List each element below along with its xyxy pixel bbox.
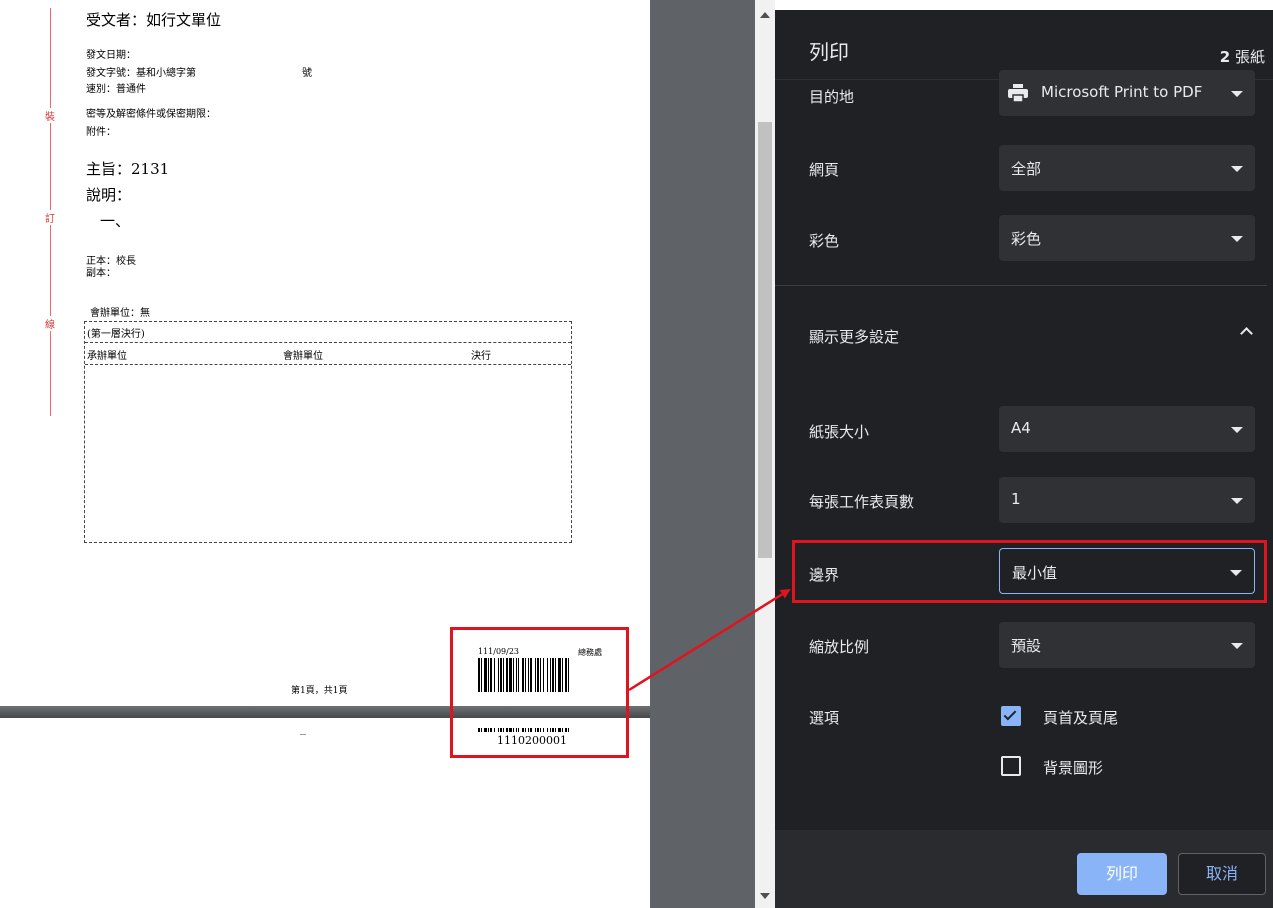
dialog-scrollbar[interactable] (1267, 80, 1273, 830)
table-header-co-unit: 會辦單位 (283, 351, 323, 362)
item-one: 一、 (100, 212, 131, 230)
recipient-line: 受文者：如行文單位 (86, 11, 222, 29)
check-icon (1003, 707, 1017, 721)
table-header-decision: 決行 (471, 351, 491, 362)
table-header-handler: 承辦單位 (87, 351, 127, 362)
background-graphics-checkbox[interactable] (1001, 756, 1021, 776)
dialog-top-strip (775, 0, 1273, 10)
pages-per-sheet-value: 1 (1011, 490, 1021, 508)
page-footer: 第1頁，共1頁 (291, 686, 348, 696)
table-divider (85, 364, 571, 365)
barcode-highlight-box (450, 627, 629, 758)
headers-footers-label[interactable]: 頁首及頁尾 (1043, 707, 1118, 728)
scroll-down-arrow-icon[interactable] (760, 893, 770, 899)
print-preview: 裝 訂 線 受文者：如行文單位 發文日期： 發文字號：基和小總字第 號 速別：普… (0, 0, 650, 908)
preview-gutter (650, 0, 755, 908)
section-divider (775, 285, 1273, 286)
scroll-thumb[interactable] (758, 122, 772, 558)
printer-icon (1008, 84, 1028, 102)
binding-char-ding: 訂 (42, 210, 58, 225)
color-select[interactable]: 彩色 (999, 215, 1255, 261)
speed-line: 速別：普通件 (86, 84, 146, 95)
preview-scrollbar[interactable] (755, 0, 775, 908)
ref-number-line: 發文字號：基和小總字第 (86, 68, 196, 79)
more-settings-toggle[interactable]: 顯示更多設定 (775, 300, 1273, 370)
sheet-count-number: 2 (1219, 48, 1231, 66)
chevron-down-icon (1231, 91, 1243, 97)
routing-table: (第一層決行) 承辦單位 會辦單位 決行 (84, 321, 572, 543)
pages-select[interactable]: 全部 (999, 145, 1255, 191)
margins-highlight-box (792, 540, 1267, 603)
print-button[interactable]: 列印 (1077, 853, 1167, 895)
destination-value: Microsoft Print to PDF (1041, 83, 1203, 101)
dialog-footer: 列印 取消 (775, 830, 1273, 908)
chevron-down-icon (1231, 498, 1243, 504)
destination-label: 目的地 (809, 88, 855, 106)
paper-size-select[interactable]: A4 (999, 406, 1255, 452)
table-title: (第一層決行) (87, 329, 145, 340)
co-unit-line: 會辦單位：無 (90, 308, 150, 319)
binding-char-xian: 線 (42, 316, 58, 331)
dialog-title: 列印 (809, 40, 849, 64)
options-label: 選項 (809, 709, 840, 727)
copy-recipient-line: 副本： (86, 268, 116, 279)
scroll-up-arrow-icon[interactable] (760, 12, 770, 18)
sheet-count: 2 張紙 (1220, 46, 1265, 67)
table-divider (85, 342, 571, 343)
pages-value: 全部 (1011, 160, 1042, 178)
next-page-mark (300, 734, 306, 735)
background-graphics-label[interactable]: 背景圖形 (1043, 757, 1103, 778)
destination-select[interactable]: Microsoft Print to PDF (999, 70, 1255, 116)
scale-label: 縮放比例 (809, 638, 870, 656)
chevron-down-icon (1231, 236, 1243, 242)
sheet-count-unit: 張紙 (1234, 48, 1265, 66)
pages-per-sheet-select[interactable]: 1 (999, 477, 1255, 523)
binding-char-zhuang: 裝 (42, 108, 58, 123)
color-label: 彩色 (809, 232, 840, 250)
scale-select[interactable]: 預設 (999, 622, 1255, 668)
paper-size-label: 紙張大小 (809, 423, 870, 441)
headers-footers-checkbox[interactable] (1001, 706, 1021, 726)
description-line: 說明： (86, 186, 132, 204)
cancel-button[interactable]: 取消 (1178, 853, 1266, 895)
print-dialog: 列印 2 張紙 目的地 Microsoft Print to PDF 網頁 全部… (775, 0, 1273, 908)
subject-line: 主旨：2131 (86, 160, 170, 178)
paper-size-value: A4 (1011, 419, 1031, 437)
ref-suffix: 號 (302, 68, 312, 79)
pages-per-sheet-label: 每張工作表頁數 (809, 493, 915, 511)
date-line: 發文日期： (86, 50, 136, 61)
scale-value: 預設 (1011, 637, 1042, 655)
more-settings-label: 顯示更多設定 (809, 328, 900, 346)
secrecy-line: 密等及解密條件或保密期限： (86, 109, 216, 120)
attachments-line: 附件： (86, 127, 116, 138)
chevron-down-icon (1231, 427, 1243, 433)
color-value: 彩色 (1011, 230, 1042, 248)
chevron-down-icon (1231, 166, 1243, 172)
chevron-up-icon (1240, 327, 1253, 340)
pages-label: 網頁 (809, 161, 840, 179)
chevron-down-icon (1231, 643, 1243, 649)
